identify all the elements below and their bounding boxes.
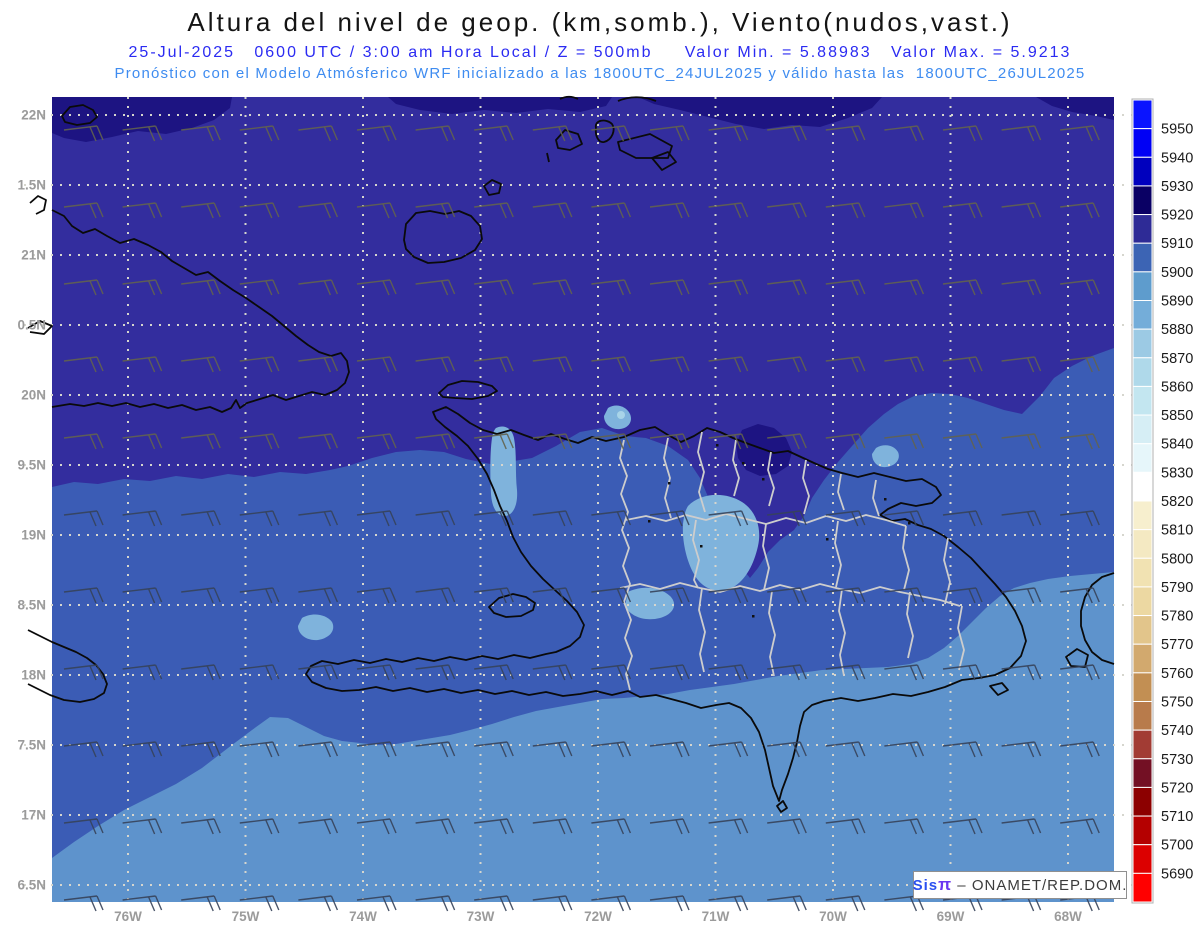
- colorbar: 5950 5940 5930 5920 5910 5900 5890 5880 5870 5860…: [1132, 99, 1193, 903]
- lat-tick-label: 8.5N: [17, 598, 46, 613]
- colorbar-tick-label: 5750: [1161, 695, 1193, 711]
- colorbar-segment: [1133, 472, 1152, 501]
- sispi-label: Sis: [913, 877, 939, 894]
- lat-tick-label: 0.5N: [17, 318, 46, 333]
- colorbar-segment: [1133, 787, 1152, 816]
- colorbar-segment: [1133, 358, 1152, 387]
- lon-tick-label: 70W: [819, 909, 847, 924]
- pi-icon: π: [938, 875, 952, 895]
- agency-label: – ONAMET/REP.DOM.: [952, 877, 1127, 894]
- colorbar-tick-label: 5920: [1161, 208, 1193, 224]
- lat-tick-label: 20N: [21, 388, 46, 403]
- lat-tick-label: 21N: [21, 248, 46, 263]
- lon-tick-label: 72W: [584, 909, 612, 924]
- colorbar-tick-label: 5780: [1161, 609, 1193, 625]
- colorbar-segment: [1133, 243, 1152, 272]
- lon-tick-label: 68W: [1054, 909, 1082, 924]
- colorbar-tick-label: 5830: [1161, 465, 1193, 481]
- lat-tick-label: 19N: [21, 528, 46, 543]
- colorbar-segment: [1133, 415, 1152, 444]
- colorbar-segment: [1133, 873, 1152, 902]
- colorbar-segment: [1133, 186, 1152, 215]
- weather-map-page: Altura del nivel de geop. (km,somb.), Vi…: [0, 0, 1200, 927]
- lat-tick-label: 1.5N: [17, 178, 46, 193]
- lon-tick-label: 73W: [467, 909, 495, 924]
- lon-tick-label: 71W: [702, 909, 730, 924]
- colorbar-segment: [1133, 301, 1152, 330]
- colorbar-segment: [1133, 157, 1152, 186]
- colorbar-segment: [1133, 644, 1152, 673]
- colorbar-tick-label: 5700: [1161, 838, 1193, 854]
- lat-tick-label: 7.5N: [17, 738, 46, 753]
- colorbar-segment: [1133, 816, 1152, 845]
- colorbar-tick-label: 5710: [1161, 809, 1193, 825]
- colorbar-segment: [1133, 386, 1152, 415]
- model-init-line: Pronóstico con el Modelo Atmósferico WRF…: [0, 65, 1200, 82]
- colorbar-segment: [1133, 129, 1152, 158]
- colorbar-segment: [1133, 215, 1152, 244]
- shaded-height-fills: [52, 97, 1114, 902]
- colorbar-tick-label: 5910: [1161, 236, 1193, 252]
- colorbar-tick-label: 5810: [1161, 523, 1193, 539]
- colorbar-tick-label: 5870: [1161, 351, 1193, 367]
- lon-tick-label: 74W: [349, 909, 377, 924]
- page-title: Altura del nivel de geop. (km,somb.), Vi…: [0, 7, 1200, 38]
- colorbar-segment: [1133, 673, 1152, 702]
- lat-tick-label: 9.5N: [17, 458, 46, 473]
- colorbar-segment: [1133, 587, 1152, 616]
- valid-time-line: 25-Jul-2025 0600 UTC / 3:00 am Hora Loca…: [0, 44, 1200, 62]
- colorbar-tick-label: 5730: [1161, 752, 1193, 768]
- colorbar-segment: [1133, 845, 1152, 874]
- colorbar-tick-label: 5690: [1161, 866, 1193, 882]
- lon-tick-label: 75W: [232, 909, 260, 924]
- colorbar-segment: [1133, 759, 1152, 788]
- lat-tick-label: 22N: [21, 108, 46, 123]
- colorbar-tick-label: 5820: [1161, 494, 1193, 510]
- colorbar-tick-label: 5800: [1161, 551, 1193, 567]
- colorbar-tick-label: 5760: [1161, 666, 1193, 682]
- colorbar-tick-label: 5940: [1161, 150, 1193, 166]
- colorbar-segment: [1133, 702, 1152, 731]
- colorbar-tick-label: 5740: [1161, 723, 1193, 739]
- lat-tick-label: 6.5N: [17, 878, 46, 893]
- geopotential-map-canvas: 22N 1.5N 21N 0.5N 20N 9.5N 19N 8.5N 18N 7.5N 17N 6.…: [0, 0, 1200, 927]
- colorbar-segment: [1133, 100, 1152, 129]
- colorbar-segment: [1133, 444, 1152, 473]
- colorbar-tick-label: 5860: [1161, 379, 1193, 395]
- colorbar-tick-label: 5720: [1161, 780, 1193, 796]
- colorbar-segment: [1133, 272, 1152, 301]
- colorbar-tick-label: 5770: [1161, 637, 1193, 653]
- colorbar-tick-label: 5840: [1161, 437, 1193, 453]
- colorbar-segment: [1133, 530, 1152, 559]
- header: Altura del nivel de geop. (km,somb.), Vi…: [0, 0, 1200, 82]
- colorbar-tick-label: 5930: [1161, 179, 1193, 195]
- colorbar-segment: [1133, 501, 1152, 530]
- colorbar-tick-label: 5900: [1161, 265, 1193, 281]
- lon-tick-label: 69W: [937, 909, 965, 924]
- sispi-onamet-badge: Sisπ – ONAMET/REP.DOM.: [913, 871, 1127, 899]
- colorbar-segment: [1133, 558, 1152, 587]
- colorbar-segment: [1133, 730, 1152, 759]
- colorbar-segment: [1133, 616, 1152, 645]
- colorbar-tick-label: 5950: [1161, 122, 1193, 138]
- lat-tick-label: 18N: [21, 668, 46, 683]
- colorbar-segment: [1133, 329, 1152, 358]
- colorbar-tick-label: 5890: [1161, 294, 1193, 310]
- colorbar-tick-label: 5790: [1161, 580, 1193, 596]
- lon-tick-label: 76W: [114, 909, 142, 924]
- lat-tick-label: 17N: [21, 808, 46, 823]
- colorbar-tick-label: 5850: [1161, 408, 1193, 424]
- colorbar-tick-label: 5880: [1161, 322, 1193, 338]
